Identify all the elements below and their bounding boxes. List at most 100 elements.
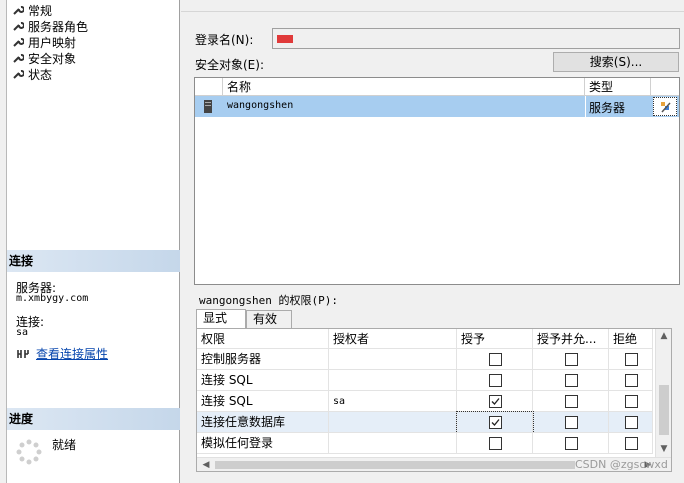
scroll-down-arrow-icon[interactable]: ▼: [657, 442, 671, 456]
with-grant-cell: [533, 349, 609, 370]
toolbar-strip: [181, 0, 684, 12]
column-header-name[interactable]: 名称: [223, 78, 585, 96]
with-grant-checkbox[interactable]: [565, 416, 578, 429]
login-name-field[interactable]: [272, 28, 680, 49]
connection-value: sa: [16, 327, 29, 338]
securables-label: 安全对象(E):: [195, 58, 264, 72]
deny-checkbox[interactable]: [625, 416, 638, 429]
server-icon: [204, 100, 212, 113]
permission-name: 控制服务器: [197, 349, 329, 370]
with-grant-checkbox[interactable]: [565, 437, 578, 450]
securable-properties-button[interactable]: [653, 97, 677, 116]
scroll-up-arrow-icon[interactable]: ▲: [657, 329, 671, 343]
table-row[interactable]: 连接 SQL: [197, 370, 653, 391]
grant-cell: [457, 370, 533, 391]
wrench-icon: [13, 54, 24, 63]
table-row[interactable]: 模拟任何登录: [197, 433, 653, 454]
vertical-scroll-thumb[interactable]: [659, 385, 669, 435]
grant-cell: [457, 433, 533, 454]
left-pane-edge: [0, 0, 7, 483]
page-item-general[interactable]: 常规: [12, 2, 52, 18]
securables-grid: 名称 类型 wangongshen 服务器: [194, 77, 680, 285]
with-grant-cell: [533, 391, 609, 412]
grantor-value: [329, 412, 457, 433]
page-item-server-roles[interactable]: 服务器角色: [12, 18, 88, 34]
permission-name: 连接任意数据库: [197, 412, 329, 433]
with-grant-cell: [533, 370, 609, 391]
permission-name: 连接 SQL: [197, 391, 329, 412]
table-row[interactable]: 连接 SQL sa: [197, 391, 653, 412]
column-header-grant[interactable]: 授予: [457, 329, 533, 349]
page-item-label: 常规: [28, 3, 53, 18]
deny-cell: [609, 370, 653, 391]
grantor-value: [329, 370, 457, 391]
grant-checkbox[interactable]: [489, 353, 502, 366]
deny-checkbox[interactable]: [625, 374, 638, 387]
login-name-label: 登录名(N):: [195, 33, 254, 47]
view-connection-properties[interactable]: 查看连接属性: [16, 345, 108, 362]
page-item-status[interactable]: 状态: [12, 66, 52, 82]
permission-name: 模拟任何登录: [197, 433, 329, 454]
tab-explicit[interactable]: 显式: [196, 309, 246, 329]
with-grant-cell: [533, 412, 609, 433]
with-grant-cell: [533, 433, 609, 454]
grant-cell: [457, 349, 533, 370]
page-item-label: 安全对象: [28, 51, 77, 66]
deny-checkbox[interactable]: [625, 353, 638, 366]
horizontal-scroll-thumb[interactable]: [215, 461, 575, 469]
table-row[interactable]: 控制服务器: [197, 349, 653, 370]
connection-header: 连接: [7, 250, 180, 272]
permissions-label: wangongshen 的权限(P):: [199, 294, 338, 307]
permissions-vertical-scrollbar[interactable]: ▲ ▼: [655, 329, 671, 457]
grantor-value: sa: [329, 391, 457, 412]
grant-cell: [457, 391, 533, 412]
grantor-value: [329, 433, 457, 454]
column-header-grantor[interactable]: 授权者: [329, 329, 457, 349]
table-row[interactable]: wangongshen 服务器: [195, 96, 679, 117]
with-grant-checkbox[interactable]: [565, 395, 578, 408]
search-button[interactable]: 搜索(S)...: [553, 52, 679, 72]
with-grant-checkbox[interactable]: [565, 353, 578, 366]
grid-header-blank: [651, 78, 679, 96]
grant-checkbox[interactable]: [489, 416, 502, 429]
view-connection-properties-link[interactable]: 查看连接属性: [36, 345, 108, 362]
page-item-securables[interactable]: 安全对象: [12, 50, 76, 66]
progress-spinner-icon: [16, 439, 42, 465]
watermark: CSDN @zgscwxd: [575, 458, 668, 471]
left-pane: 常规 服务器角色 用户映射 安全对象 状态 连接 服务器: m.xmbygy.c…: [0, 0, 180, 483]
column-header-deny[interactable]: 拒绝: [609, 329, 653, 349]
page-item-label: 用户映射: [28, 35, 77, 50]
page-item-user-mapping[interactable]: 用户映射: [12, 34, 76, 50]
grant-checkbox[interactable]: [489, 437, 502, 450]
permissions-grid: 权限 授权者 授予 授予并允... 拒绝 控制服务器 连接 SQL 连接 SQL sa…: [196, 328, 672, 472]
deny-checkbox[interactable]: [625, 395, 638, 408]
grant-checkbox[interactable]: [489, 395, 502, 408]
permissions-header-row: 权限 授权者 授予 授予并允... 拒绝: [197, 329, 653, 349]
scroll-left-arrow-icon[interactable]: ◀: [199, 458, 213, 472]
deny-cell: [609, 412, 653, 433]
column-header-type[interactable]: 类型: [585, 78, 651, 96]
permission-name: 连接 SQL: [197, 370, 329, 391]
column-header-with-grant[interactable]: 授予并允...: [533, 329, 609, 349]
tab-effective[interactable]: 有效: [246, 310, 292, 329]
table-row[interactable]: 连接任意数据库: [197, 411, 653, 434]
redacted-mark: [277, 35, 293, 43]
progress-header: 进度: [7, 408, 180, 430]
securable-name: wangongshen: [227, 100, 294, 111]
deny-cell: [609, 349, 653, 370]
pencil-edit-icon: [661, 102, 671, 113]
page-item-label: 服务器角色: [28, 19, 89, 34]
server-value: m.xmbygy.com: [16, 293, 89, 304]
grant-checkbox[interactable]: [489, 374, 502, 387]
page-item-label: 状态: [28, 67, 53, 82]
deny-cell: [609, 433, 653, 454]
securable-type: 服务器: [589, 101, 626, 115]
deny-checkbox[interactable]: [625, 437, 638, 450]
cell-divider: [585, 96, 586, 117]
grid-header-blank: [195, 78, 223, 96]
column-header-permission[interactable]: 权限: [197, 329, 329, 349]
wrench-icon: [13, 22, 24, 31]
with-grant-checkbox[interactable]: [565, 374, 578, 387]
grantor-value: [329, 349, 457, 370]
wrench-icon: [13, 70, 24, 79]
